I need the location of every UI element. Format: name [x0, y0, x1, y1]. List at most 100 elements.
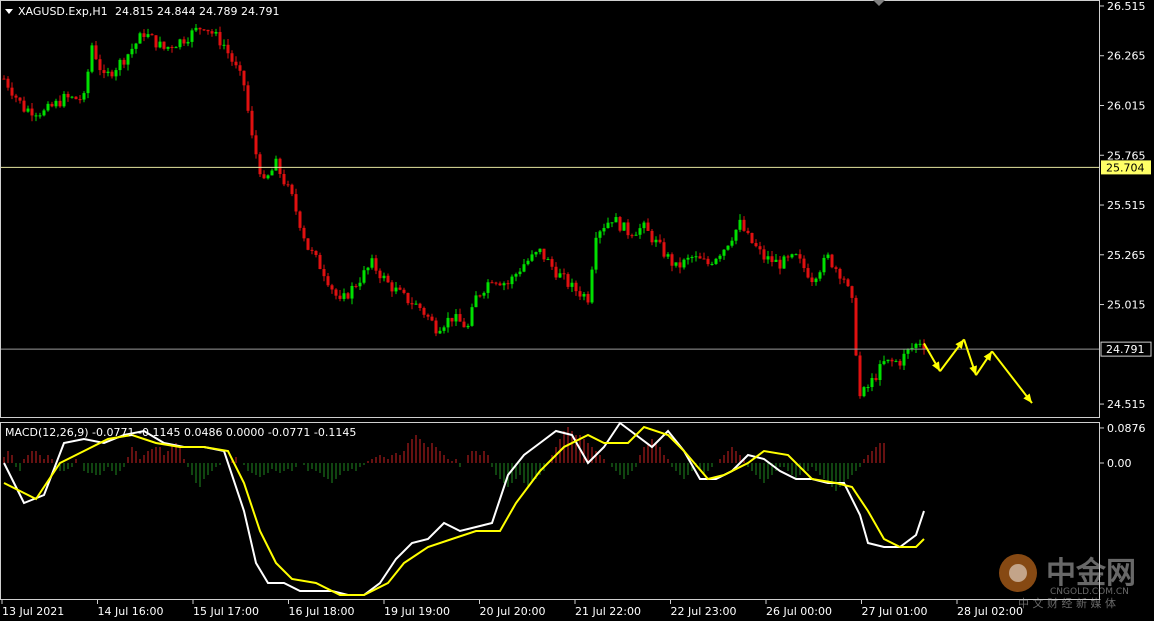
candle	[834, 265, 838, 273]
candle	[346, 291, 350, 300]
candle-body	[134, 43, 138, 49]
candle	[170, 45, 174, 53]
candle	[598, 229, 602, 244]
candle	[750, 232, 754, 244]
candle-body	[374, 258, 378, 271]
candle-body	[630, 235, 634, 237]
candle	[854, 295, 858, 357]
candle	[694, 251, 698, 262]
signal-line	[3, 425, 925, 596]
candle-body	[462, 321, 466, 328]
chart-menu-icon[interactable]	[5, 9, 13, 14]
candle	[222, 39, 226, 50]
candle-body	[830, 254, 834, 268]
candle	[10, 82, 14, 100]
candle-body	[14, 95, 18, 98]
candle-body	[566, 274, 570, 287]
candle	[494, 281, 498, 286]
candle	[894, 359, 898, 363]
candle	[34, 112, 38, 122]
candle-body	[854, 297, 858, 356]
candle	[838, 267, 842, 285]
candle-body	[46, 103, 50, 111]
candle	[682, 258, 686, 270]
candle-body	[26, 108, 30, 112]
candle	[134, 42, 138, 54]
candle-body	[818, 272, 822, 279]
candle	[274, 155, 278, 171]
time-tick-label: 20 Jul 20:00	[480, 605, 546, 618]
price-tick-label: 26.265	[1107, 50, 1146, 63]
candle-body	[750, 232, 754, 244]
candle-body	[714, 258, 718, 264]
shift-marker-icon[interactable]	[873, 0, 885, 6]
candle-body	[38, 115, 42, 117]
candle-body	[642, 222, 646, 229]
candle-body	[798, 254, 802, 259]
candle-body	[386, 275, 390, 283]
candle	[790, 253, 794, 259]
candle	[314, 250, 318, 258]
time-tick-label: 22 Jul 23:00	[671, 605, 737, 618]
candle	[554, 262, 558, 281]
candle	[106, 67, 110, 77]
candle-body	[906, 349, 910, 354]
candle-body	[634, 234, 638, 236]
candle	[470, 303, 474, 327]
time-tick-label: 26 Jul 00:00	[766, 605, 832, 618]
candle-body	[218, 31, 222, 46]
candle	[514, 272, 518, 282]
candle	[662, 238, 666, 259]
candle	[354, 283, 358, 289]
candle-body	[290, 184, 294, 195]
candle-body	[390, 282, 394, 292]
candle	[442, 325, 446, 334]
candle-body	[130, 48, 134, 55]
candle	[794, 253, 798, 256]
candle-body	[598, 231, 602, 238]
candle-body	[42, 110, 46, 116]
candle-body	[266, 175, 270, 179]
candle-body	[306, 238, 310, 250]
candle	[162, 41, 166, 51]
candle	[202, 28, 206, 31]
candle-body	[222, 44, 226, 46]
candle	[14, 93, 18, 103]
candle	[502, 281, 506, 291]
candle	[38, 112, 42, 119]
candle-body	[74, 96, 78, 100]
candle-body	[554, 266, 558, 278]
trading-chart[interactable]: 25.704 24.791 26.515 26.265 26.015 25.765 25.…	[0, 0, 1154, 621]
candle-body	[510, 276, 514, 285]
candle	[458, 308, 462, 322]
candle	[918, 339, 922, 348]
candle	[686, 254, 690, 265]
candle	[578, 286, 582, 300]
candle-body	[710, 263, 714, 265]
candle-body	[394, 287, 398, 292]
candle-body	[210, 31, 214, 34]
candle	[298, 210, 302, 231]
price-tick-label: 26.515	[1107, 0, 1146, 13]
candle-body	[362, 270, 366, 283]
time-tick-label: 13 Jul 2021	[2, 605, 64, 618]
candle	[818, 270, 822, 282]
candle	[394, 282, 398, 295]
candle	[154, 35, 158, 51]
candle	[594, 231, 598, 274]
candle-body	[442, 327, 446, 331]
candle	[638, 223, 642, 239]
candle	[842, 276, 846, 284]
price-tick-label: 25.015	[1107, 299, 1146, 312]
candle-body	[790, 254, 794, 258]
macd-header-label: MACD(12,26,9) -0.0771 -0.1145 0.0486 0.0…	[5, 426, 356, 439]
candle-body	[250, 110, 254, 136]
candle-body	[94, 45, 98, 60]
candle-body	[314, 250, 318, 255]
candle-body	[754, 243, 758, 247]
candle-body	[846, 279, 850, 287]
candle-body	[726, 245, 730, 250]
candle-body	[638, 228, 642, 235]
candle-body	[294, 194, 298, 212]
candle-body	[254, 135, 258, 155]
